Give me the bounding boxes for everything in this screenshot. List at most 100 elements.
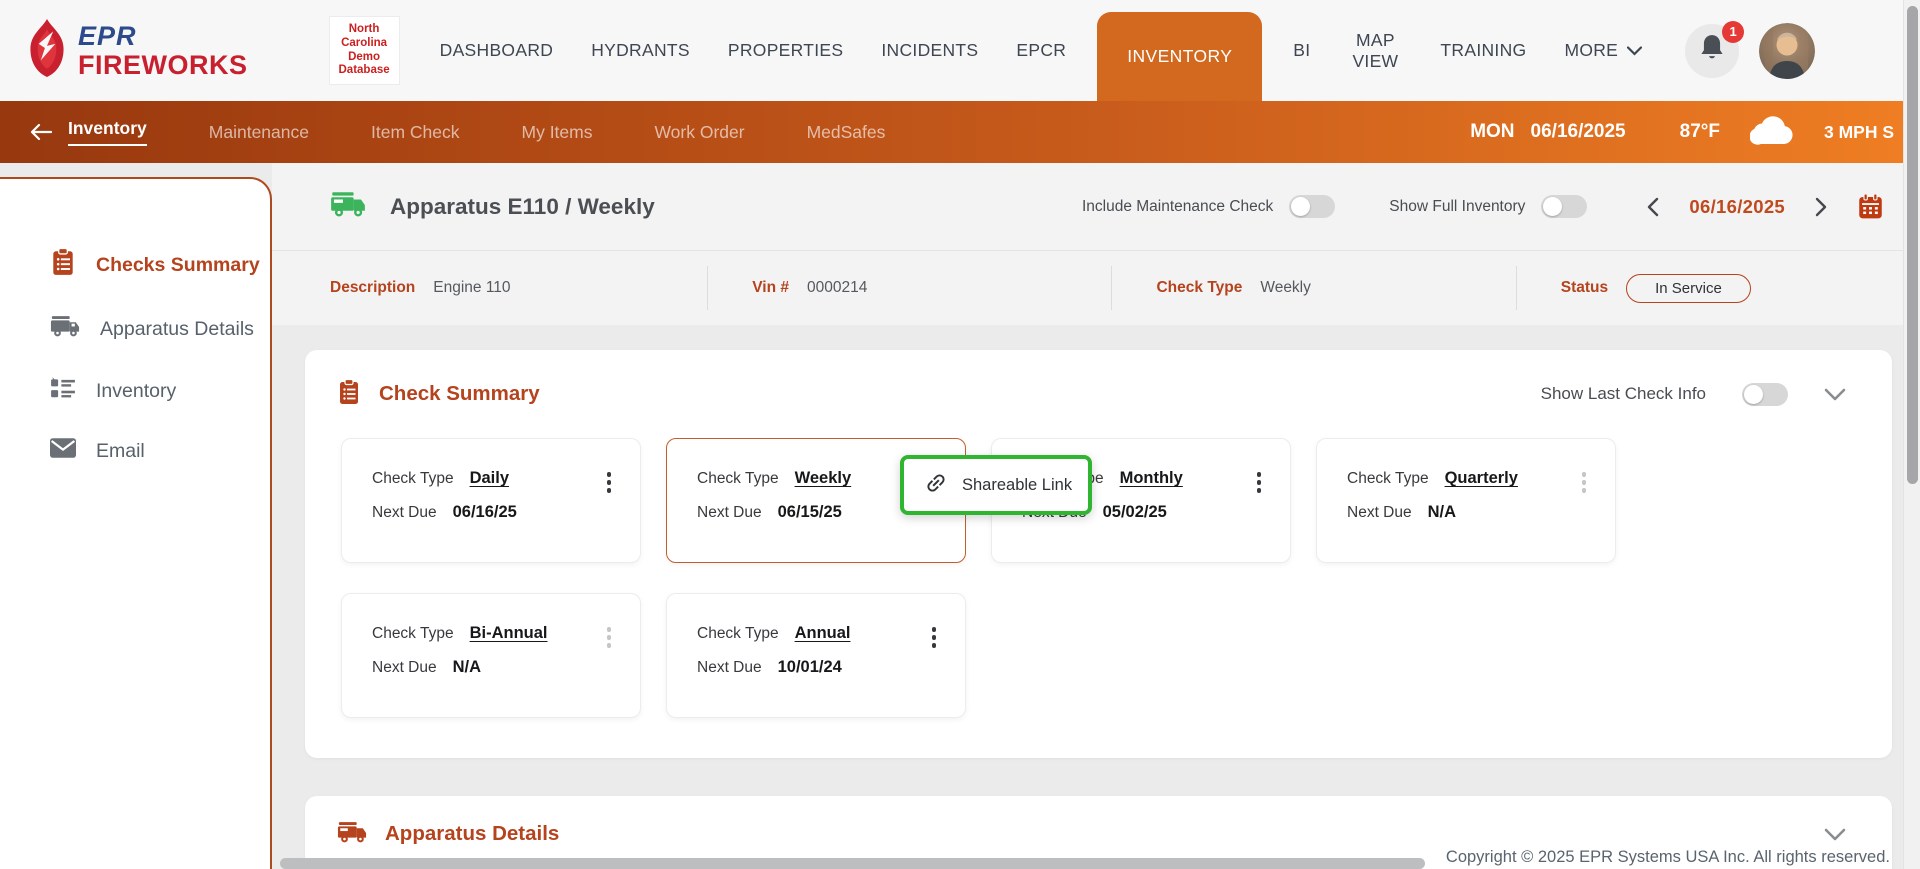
sidebar-item-label: Checks Summary: [96, 254, 260, 277]
subnav-item-my-items[interactable]: My Items: [522, 122, 593, 143]
back-arrow-icon[interactable]: [30, 123, 52, 141]
nav-item-incidents[interactable]: INCIDENTS: [862, 40, 997, 61]
nav-item-inventory-active[interactable]: INVENTORY: [1097, 12, 1262, 101]
bell-icon: [1699, 34, 1725, 67]
next-date-button[interactable]: [1815, 197, 1827, 217]
vin-field: Vin # 0000214: [707, 266, 1111, 310]
check-card-daily[interactable]: Check TypeDaily Next Due06/16/25: [341, 438, 641, 563]
weather-day: MON: [1470, 121, 1514, 143]
copyright-text: Copyright © 2025 EPR Systems USA Inc. Al…: [1446, 848, 1890, 867]
kebab-menu-icon[interactable]: [929, 624, 940, 651]
show-last-check-label: Show Last Check Info: [1541, 384, 1706, 404]
weather-temperature: 87°F: [1680, 121, 1720, 143]
weather-wind: 3 MPH S: [1824, 122, 1894, 143]
content-header: Apparatus E110 / Weekly Include Maintena…: [272, 163, 1920, 325]
page-title: Apparatus E110 / Weekly: [390, 194, 655, 220]
user-avatar[interactable]: [1759, 23, 1815, 79]
sidebar-item-checks-summary[interactable]: Checks Summary: [0, 237, 270, 293]
fire-truck-icon: [337, 820, 367, 849]
check-type-link[interactable]: Weekly: [795, 469, 852, 487]
shareable-link-label: Shareable Link: [962, 476, 1072, 495]
subnav-item-work-order[interactable]: Work Order: [654, 122, 744, 143]
sidebar-item-label: Inventory: [96, 380, 176, 403]
previous-date-button[interactable]: [1647, 197, 1659, 217]
status-field: Status In Service: [1516, 266, 1920, 310]
brand-name-top: EPR: [78, 23, 248, 50]
vertical-scrollbar[interactable]: [1903, 0, 1920, 869]
nav-item-properties[interactable]: PROPERTIES: [709, 40, 863, 61]
clipboard-icon: [50, 248, 76, 282]
sidebar-item-apparatus-details[interactable]: Apparatus Details: [0, 303, 270, 355]
check-summary-section: Check Summary Show Last Check Info Check…: [305, 350, 1892, 758]
show-full-inventory-label: Show Full Inventory: [1389, 198, 1525, 216]
sidebar-item-label: Email: [96, 440, 145, 463]
weather-date: 06/16/2025: [1531, 121, 1626, 143]
apparatus-truck-icon: [330, 190, 366, 223]
sidebar-item-label: Apparatus Details: [100, 318, 254, 341]
subnav-item-medsafes[interactable]: MedSafes: [807, 122, 886, 143]
checklist-icon: [50, 376, 76, 406]
apparatus-details-title: Apparatus Details: [385, 822, 559, 846]
nav-item-dashboard[interactable]: DASHBOARD: [421, 40, 573, 61]
vertical-scrollbar-thumb[interactable]: [1907, 6, 1918, 484]
flame-logo-icon: [26, 19, 68, 82]
subnav-item-maintenance[interactable]: Maintenance: [209, 122, 309, 143]
nav-item-epcr[interactable]: EPCR: [997, 40, 1085, 61]
top-nav: EPR FIREWORKS North Carolina Demo Databa…: [0, 0, 1920, 101]
calendar-icon[interactable]: [1857, 193, 1884, 220]
nav-item-bi[interactable]: BI: [1274, 40, 1329, 61]
check-card-bi-annual[interactable]: Check TypeBi-Annual Next DueN/A: [341, 593, 641, 718]
collapse-apparatus-details-chevron-icon[interactable]: [1824, 828, 1846, 841]
main-content: Apparatus E110 / Weekly Include Maintena…: [272, 163, 1920, 869]
kebab-menu-icon[interactable]: [1579, 469, 1590, 496]
kebab-menu-icon[interactable]: [1254, 469, 1265, 496]
apparatus-details-bar: Description Engine 110 Vin # 0000214 Che…: [272, 250, 1920, 325]
check-card-quarterly[interactable]: Check TypeQuarterly Next DueN/A: [1316, 438, 1616, 563]
fire-truck-icon: [50, 314, 80, 344]
check-type-link[interactable]: Bi-Annual: [470, 624, 548, 642]
epr-fireworks-logo[interactable]: EPR FIREWORKS: [26, 19, 248, 82]
nav-item-hydrants[interactable]: HYDRANTS: [572, 40, 709, 61]
check-card-annual[interactable]: Check TypeAnnual Next Due10/01/24: [666, 593, 966, 718]
notification-count-badge: 1: [1722, 21, 1744, 43]
subnav-item-item-check[interactable]: Item Check: [371, 122, 460, 143]
show-full-inventory-toggle[interactable]: [1541, 195, 1587, 218]
notifications-button[interactable]: 1: [1685, 24, 1739, 78]
include-maintenance-label: Include Maintenance Check: [1082, 198, 1273, 216]
description-field: Description Engine 110: [272, 266, 707, 310]
check-type-link[interactable]: Quarterly: [1445, 469, 1518, 487]
chevron-down-icon: [1627, 40, 1642, 61]
shareable-link-menu-item[interactable]: Shareable Link: [900, 455, 1092, 515]
current-date[interactable]: 06/16/2025: [1689, 196, 1785, 218]
check-type-link[interactable]: Monthly: [1120, 469, 1183, 487]
check-type-link[interactable]: Annual: [795, 624, 851, 642]
demo-database-badge: North Carolina Demo Database: [330, 17, 399, 84]
kebab-menu-icon[interactable]: [604, 624, 615, 651]
include-maintenance-toggle[interactable]: [1289, 195, 1335, 218]
page-body: Checks Summary Apparatus Details: [0, 163, 1920, 869]
check-type-field: Check Type Weekly: [1111, 266, 1515, 310]
collapse-check-summary-chevron-icon[interactable]: [1824, 388, 1846, 401]
check-type-link[interactable]: Daily: [470, 469, 509, 487]
horizontal-scrollbar-thumb[interactable]: [280, 858, 1425, 869]
envelope-icon: [50, 438, 76, 464]
subnav-item-inventory[interactable]: Inventory: [68, 118, 147, 146]
show-last-check-toggle[interactable]: [1742, 383, 1788, 406]
clipboard-icon: [337, 379, 361, 410]
sidebar: Checks Summary Apparatus Details: [0, 163, 272, 869]
brand-name-bottom: FIREWORKS: [78, 52, 248, 79]
inventory-sub-nav: Inventory Maintenance Item Check My Item…: [0, 101, 1920, 163]
application-window: EPR FIREWORKS North Carolina Demo Databa…: [0, 0, 1920, 869]
nav-item-map-view[interactable]: MAP VIEW: [1329, 30, 1421, 72]
nav-item-training[interactable]: TRAINING: [1421, 40, 1545, 61]
kebab-menu-icon[interactable]: [604, 469, 615, 496]
main-nav: DASHBOARD HYDRANTS PROPERTIES INCIDENTS …: [421, 0, 1662, 101]
sidebar-item-email[interactable]: Email: [0, 427, 270, 475]
nav-item-more[interactable]: MORE: [1545, 40, 1661, 61]
weather-bar: MON 06/16/2025 87°F 3 MPH S: [1470, 115, 1894, 150]
date-navigation: 06/16/2025: [1647, 193, 1884, 220]
link-icon: [924, 471, 948, 500]
check-summary-title: Check Summary: [379, 382, 540, 406]
sidebar-item-inventory[interactable]: Inventory: [0, 365, 270, 417]
cloud-icon: [1750, 115, 1794, 150]
